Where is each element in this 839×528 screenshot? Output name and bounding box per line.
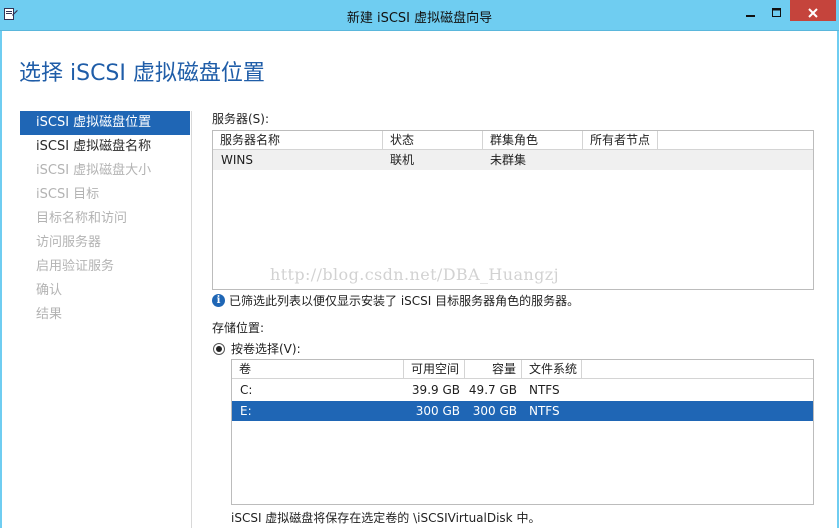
minimize-button[interactable] [738, 0, 764, 21]
info-text: 已筛选此列表以便仅显示安装了 iSCSI 目标服务器角色的服务器。 [229, 293, 580, 308]
step-iscsi-target: iSCSI 目标 [36, 187, 100, 202]
server-name-cell: WINS [221, 153, 253, 167]
select-by-volume-label[interactable]: 按卷选择(V): [231, 340, 301, 357]
servers-label: 服务器(S): [212, 112, 270, 126]
column-capacity[interactable]: 容量 [465, 360, 522, 379]
window-title: 新建 iSCSI 虚拟磁盘向导 [346, 11, 493, 26]
column-server-name[interactable]: 服务器名称 [213, 131, 383, 150]
save-location-note: iSCSI 虚拟磁盘将保存在选定卷的 \iSCSIVirtualDisk 中。 [231, 511, 541, 525]
close-icon [808, 7, 818, 18]
volume-fs-cell: NTFS [529, 383, 560, 397]
close-button[interactable] [790, 0, 836, 21]
server-cluster-role-cell: 未群集 [490, 153, 527, 167]
step-disk-name[interactable]: iSCSI 虚拟磁盘名称 [20, 135, 190, 159]
column-free-space[interactable]: 可用空间 [404, 360, 465, 379]
column-cluster-role[interactable]: 群集角色 [483, 131, 583, 150]
step-disk-location[interactable]: iSCSI 虚拟磁盘位置 [20, 111, 190, 135]
nav-divider [191, 111, 192, 528]
volume-capacity-cell: 49.7 GB [468, 383, 517, 397]
watermark-text: http://blog.csdn.net/DBA_Huangzj [270, 265, 559, 284]
minimize-icon [746, 14, 755, 17]
volume-capacity-cell: 300 GB [472, 404, 517, 418]
volume-fs-cell: NTFS [529, 404, 560, 418]
info-icon: i [212, 293, 225, 307]
server-row[interactable]: WINS 联机 未群集 [213, 150, 813, 170]
step-confirmation: 确认 [36, 283, 63, 298]
server-status-cell: 联机 [390, 153, 415, 167]
step-target-name-access: 目标名称和访问 [36, 211, 128, 226]
step-access-servers: 访问服务器 [36, 235, 102, 250]
column-status[interactable]: 状态 [383, 131, 483, 150]
wizard-step-nav: iSCSI 虚拟磁盘位置 iSCSI 虚拟磁盘名称 iSCSI 虚拟磁盘大小 i… [20, 111, 190, 327]
title-bar: 新建 iSCSI 虚拟磁盘向导 [0, 0, 839, 31]
maximize-icon [772, 7, 781, 17]
step-disk-size: iSCSI 虚拟磁盘大小 [36, 163, 152, 178]
column-volume[interactable]: 卷 [232, 360, 404, 379]
step-enable-auth: 启用验证服务 [36, 259, 115, 274]
maximize-button[interactable] [764, 0, 790, 21]
volume-row-e[interactable]: E: 300 GB 300 GB NTFS [232, 401, 813, 421]
info-message: i 已筛选此列表以便仅显示安装了 iSCSI 目标服务器角色的服务器。 [212, 292, 579, 308]
volume-row-c[interactable]: C: 39.9 GB 49.7 GB NTFS [232, 380, 813, 400]
page-title: 选择 iSCSI 虚拟磁盘位置 [19, 61, 265, 86]
volume-free-cell: 39.9 GB [411, 383, 460, 397]
volume-free-cell: 300 GB [415, 404, 460, 418]
column-file-system[interactable]: 文件系统 [522, 360, 582, 379]
select-by-volume-option[interactable]: 按卷选择(V): [213, 340, 301, 357]
storage-label: 存储位置: [212, 321, 265, 335]
volumes-grid[interactable]: 卷 可用空间 容量 文件系统 C: 39.9 GB 49.7 GB NTFS E… [231, 359, 814, 505]
window-frame-left [0, 31, 2, 528]
select-by-volume-radio[interactable] [213, 342, 225, 355]
column-owner-node[interactable]: 所有者节点 [583, 131, 658, 150]
step-results: 结果 [36, 307, 63, 322]
volumes-grid-header: 卷 可用空间 容量 文件系统 [232, 360, 813, 379]
servers-grid-header: 服务器名称 状态 群集角色 所有者节点 [213, 131, 813, 150]
volume-name-cell: C: [240, 383, 253, 397]
volume-name-cell: E: [240, 404, 252, 418]
